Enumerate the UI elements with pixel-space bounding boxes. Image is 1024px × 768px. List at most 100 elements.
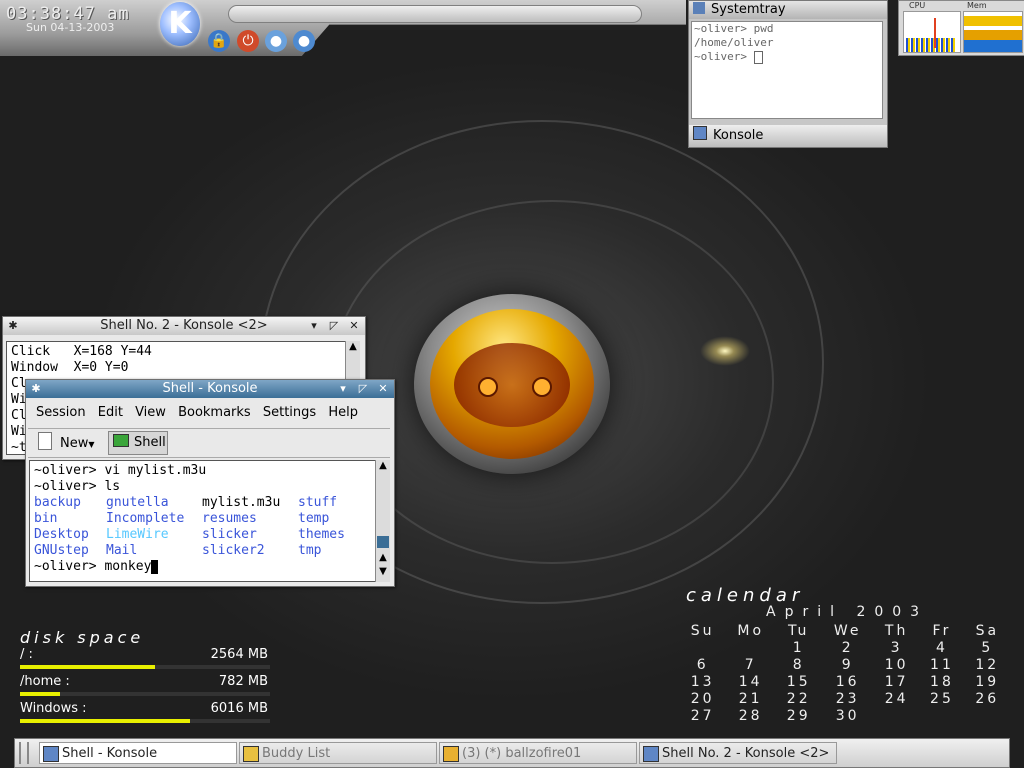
calendar-day: 29 xyxy=(786,707,811,724)
weekday: Su xyxy=(690,622,715,639)
calendar-day: 6 xyxy=(696,656,709,673)
terminal-line: /home/oliver xyxy=(694,36,774,49)
minimize-icon[interactable]: ▾ xyxy=(307,317,321,335)
cpu-graph xyxy=(903,11,961,53)
buddy-list-icon xyxy=(243,746,259,762)
network-globe-icon[interactable]: ● xyxy=(265,30,287,52)
shell-konsole-titlebar[interactable]: ✱ Shell - Konsole ▾ ◸ ✕ xyxy=(26,380,394,398)
disk-row: Windows : 6016 MB xyxy=(20,701,270,723)
calendar-weekdays: Su Mo Tu We Th Fr Sa xyxy=(680,622,1010,639)
calendar-day: 16 xyxy=(835,673,860,690)
shell-konsole-window: ✱ Shell - Konsole ▾ ◸ ✕ Session Edit Vie… xyxy=(25,379,395,587)
new-session-button[interactable]: New▼ xyxy=(38,432,100,454)
menu-edit[interactable]: Edit xyxy=(98,405,123,420)
menu-bookmarks[interactable]: Bookmarks xyxy=(178,405,251,420)
ls-entry: Incomplete xyxy=(106,511,185,526)
ls-entry: gnutella xyxy=(106,495,169,510)
terminal-cursor xyxy=(151,559,159,574)
calendar-day: 5 xyxy=(981,639,994,656)
systemtray-window: Systemtray ~oliver> pwd /home/oliver ~ol… xyxy=(688,0,888,148)
calendar-day: 23 xyxy=(835,690,860,707)
weekday: Sa xyxy=(975,622,1000,639)
disk-value: 6016 MB xyxy=(210,701,268,716)
calendar-week: 1 2 3 4 5 xyxy=(680,639,1010,656)
disk-value: 782 MB xyxy=(218,674,268,689)
konsole-icon xyxy=(43,746,59,762)
calendar-day: 20 xyxy=(690,690,715,707)
calendar-day: 17 xyxy=(884,673,909,690)
shell-2-titlebar[interactable]: ✱ Shell No. 2 - Konsole <2> ▾ ◸ ✕ xyxy=(3,317,365,335)
calendar-day: 24 xyxy=(884,690,909,707)
systemtray-titlebar[interactable]: Systemtray xyxy=(689,1,887,19)
disk-bar xyxy=(20,719,270,723)
new-document-icon xyxy=(38,432,52,450)
task-chat[interactable]: (3) (*) ballzofire01 xyxy=(439,742,637,764)
ls-entry: LimeWire xyxy=(106,527,169,542)
command-input[interactable] xyxy=(228,5,642,23)
konsole-tray-item[interactable]: Konsole xyxy=(689,125,887,147)
systemtray-terminal[interactable]: ~oliver> pwd /home/oliver ~oliver> xyxy=(691,21,883,119)
ls-entry: GNUstep xyxy=(34,543,89,558)
menu-settings[interactable]: Settings xyxy=(263,405,316,420)
lock-screen-icon[interactable]: 🔒 xyxy=(208,30,230,52)
terminal-prompt: ~oliver> monkey xyxy=(34,559,152,574)
calendar-week: 27 28 29 30 xyxy=(680,707,1010,724)
chat-icon xyxy=(443,746,459,762)
terminal-line: ~oliver> ls xyxy=(34,479,121,494)
calendar-day: 3 xyxy=(890,639,903,656)
scroll-down-icon[interactable]: ▼ xyxy=(376,566,390,577)
menu-session[interactable]: Session xyxy=(36,405,86,420)
pin-icon[interactable]: ✱ xyxy=(6,317,20,335)
calendar-month: April 2003 xyxy=(766,604,929,620)
calendar-day: 12 xyxy=(975,656,1000,673)
tab-shell[interactable]: Shell xyxy=(108,431,168,455)
calendar-week: 20 21 22 23 24 25 26 xyxy=(680,690,1010,707)
calendar-day: 2 xyxy=(841,639,854,656)
disk-row: / : 2564 MB xyxy=(20,647,270,669)
ls-entry: backup xyxy=(34,495,81,510)
shell-konsole-title: Shell - Konsole xyxy=(162,381,258,396)
calendar-title: calendar xyxy=(686,585,805,606)
weekday: Tu xyxy=(788,622,810,639)
scroll-thumb[interactable] xyxy=(377,536,389,548)
yin-yang-icon xyxy=(454,343,570,427)
close-icon[interactable]: ✕ xyxy=(376,380,390,398)
task-shell-konsole[interactable]: Shell - Konsole xyxy=(39,742,237,764)
calendar-day xyxy=(965,707,1010,724)
konsole-icon xyxy=(693,126,707,140)
logout-icon[interactable]: ⏻ xyxy=(237,30,259,52)
maximize-icon[interactable]: ◸ xyxy=(356,380,370,398)
browser-globe-icon[interactable]: ● xyxy=(293,30,315,52)
ls-entry: themes xyxy=(298,527,345,542)
maximize-icon[interactable]: ◸ xyxy=(327,317,341,335)
taskbar-handle[interactable] xyxy=(19,742,29,764)
ls-entry: tmp xyxy=(298,543,322,558)
calendar-day: 15 xyxy=(786,673,811,690)
shell-scrollbar[interactable]: ▲ ▲ ▼ xyxy=(375,460,390,582)
task-shell-2[interactable]: Shell No. 2 - Konsole <2> xyxy=(639,742,837,764)
task-buddy-list[interactable]: Buddy List xyxy=(239,742,437,764)
shell-terminal[interactable]: ~oliver> vi mylist.m3u ~oliver> ls backup b… xyxy=(29,460,376,582)
menu-help[interactable]: Help xyxy=(328,405,358,420)
minimize-icon[interactable]: ▾ xyxy=(336,380,350,398)
ls-col-1: backup bin Desktop GNUstep xyxy=(34,495,89,559)
close-icon[interactable]: ✕ xyxy=(347,317,361,335)
konsole-tray-label: Konsole xyxy=(713,128,764,143)
terminal-line: ~oliver> pwd xyxy=(694,22,774,35)
menubar: Session Edit View Bookmarks Settings Hel… xyxy=(28,402,392,424)
taskbar: Shell - Konsole Buddy List (3) (*) ballz… xyxy=(14,738,1010,768)
disk-bar xyxy=(20,692,270,696)
scroll-up-icon[interactable]: ▲ xyxy=(346,341,360,352)
terminal-cursor xyxy=(753,50,763,64)
weekday: Mo xyxy=(737,622,765,639)
systemtray-icon xyxy=(693,2,705,14)
pin-icon[interactable]: ✱ xyxy=(29,380,43,398)
menu-view[interactable]: View xyxy=(135,405,166,420)
scroll-up-icon[interactable]: ▲ xyxy=(376,460,390,471)
system-monitor[interactable]: CPU Mem xyxy=(898,0,1024,56)
calendar-week: 6 7 8 9 10 11 12 xyxy=(680,656,1010,673)
weekday: Fr xyxy=(932,622,952,639)
ls-entry: stuff xyxy=(298,495,338,510)
k-menu-button[interactable]: K xyxy=(160,2,200,46)
scroll-up-icon[interactable]: ▲ xyxy=(376,552,390,563)
